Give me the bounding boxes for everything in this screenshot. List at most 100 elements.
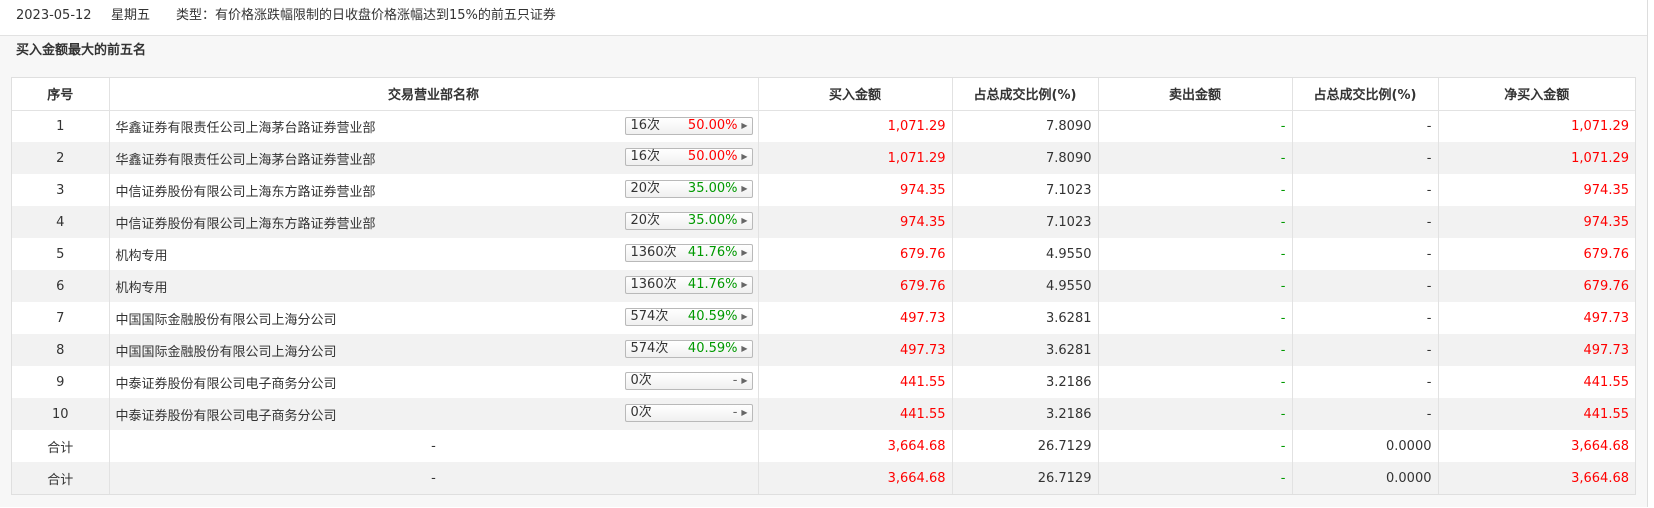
total-row: 合计 -3,664.68 26.7129-0.0000 3,664.68 <box>12 462 1635 494</box>
triangle-right-icon: ▶ <box>741 120 748 130</box>
sell-amount: - <box>1097 238 1292 270</box>
branch-name[interactable]: 中国国际金融股份有限公司上海分公司 <box>116 313 337 328</box>
branch-stats-dropdown[interactable]: 1360次 41.76% ▶ <box>624 276 753 294</box>
branch-name-cell: 华鑫证券有限责任公司上海茅台路证券营业部 16次 50.00% ▶ <box>108 142 758 174</box>
branch-name[interactable]: 机构专用 <box>116 281 168 296</box>
branch-stats-dropdown[interactable]: 574次 40.59% ▶ <box>624 340 753 358</box>
sell-amount: - <box>1097 366 1292 398</box>
total-buy-amount: 3,664.68 <box>757 462 952 494</box>
win-rate: - <box>732 373 738 388</box>
col-header-sell: 卖出金额 <box>1097 78 1292 111</box>
appearance-count: 574次 <box>630 341 669 356</box>
appearance-count: 574次 <box>630 309 669 324</box>
branch-name[interactable]: 中信证券股份有限公司上海东方路证券营业部 <box>116 185 376 200</box>
sell-amount: - <box>1097 174 1292 206</box>
row-number: 2 <box>56 150 65 166</box>
table-row: 8 中国国际金融股份有限公司上海分公司 574次 40.59% ▶ 497.73 3.628… <box>12 334 1635 366</box>
col-header-net: 净买入金额 <box>1437 78 1635 111</box>
triangle-right-icon: ▶ <box>741 344 748 353</box>
net-buy-amount: 441.55 <box>1437 366 1635 398</box>
branch-stats-dropdown[interactable]: 16次 50.00% ▶ <box>624 116 753 135</box>
buy-ratio: 7.1023 <box>951 174 1098 206</box>
buy-ratio: 7.1023 <box>951 206 1098 238</box>
sell-amount: - <box>1097 398 1292 430</box>
buy-amount: 497.73 <box>757 334 952 366</box>
table-row: 1 华鑫证券有限责任公司上海茅台路证券营业部 16次 50.00% ▶ 1,071.29 7… <box>12 110 1635 142</box>
sell-amount: - <box>1097 142 1292 174</box>
branch-name[interactable]: 华鑫证券有限责任公司上海茅台路证券营业部 <box>116 153 376 168</box>
net-buy-amount: 974.35 <box>1437 174 1635 206</box>
branch-name-cell: 中国国际金融股份有限公司上海分公司 574次 40.59% ▶ <box>108 302 758 334</box>
table-row: 10 中泰证券股份有限公司电子商务分公司 0次 - ▶ 441.55 3.2186- -441… <box>12 398 1635 430</box>
appearance-count: 16次 <box>630 117 661 133</box>
branch-name-cell: 华鑫证券有限责任公司上海茅台路证券营业部 16次 50.00% ▶ <box>108 110 758 142</box>
sell-ratio: - <box>1291 334 1438 366</box>
sell-ratio: - <box>1291 238 1438 270</box>
branch-name[interactable]: 华鑫证券有限责任公司上海茅台路证券营业部 <box>116 121 376 136</box>
table-row: 4 中信证券股份有限公司上海东方路证券营业部 20次 35.00% ▶ 974.35 7.1… <box>12 206 1635 238</box>
appearance-count: 0次 <box>630 373 652 388</box>
branch-name-cell: 中国国际金融股份有限公司上海分公司 574次 40.59% ▶ <box>108 334 758 366</box>
list-type: 类型：有价格涨跌幅限制的日收盘价格涨幅达到15%的前五只证券 <box>176 8 556 23</box>
sell-ratio: - <box>1291 142 1438 174</box>
branch-name[interactable]: 中泰证券股份有限公司电子商务分公司 <box>116 409 337 424</box>
buy-amount: 679.76 <box>757 270 952 302</box>
row-number: 8 <box>56 342 65 358</box>
branch-name-cell: 中泰证券股份有限公司电子商务分公司 0次 - ▶ <box>108 398 758 430</box>
branch-stats-dropdown[interactable]: 20次 35.00% ▶ <box>624 212 753 230</box>
branch-stats-dropdown[interactable]: 1360次 41.76% ▶ <box>624 244 753 262</box>
win-rate: 35.00% <box>687 181 738 196</box>
net-buy-amount: 441.55 <box>1437 398 1635 430</box>
row-number: 5 <box>56 246 65 262</box>
buy-ratio: 3.2186 <box>951 398 1098 430</box>
sell-ratio: - <box>1291 366 1438 398</box>
branch-name[interactable]: 机构专用 <box>116 249 168 264</box>
total-sell-amount: - <box>1097 462 1292 494</box>
total-sell-amount: - <box>1097 430 1292 462</box>
row-number: 7 <box>56 310 65 326</box>
total-row: 合计 -3,664.68 26.7129-0.0000 3,664.68 <box>12 430 1635 462</box>
branch-name[interactable]: 中信证券股份有限公司上海东方路证券营业部 <box>116 217 376 232</box>
buy-ratio: 7.8090 <box>951 110 1098 142</box>
triangle-right-icon: ▶ <box>741 280 748 289</box>
table-row: 7 中国国际金融股份有限公司上海分公司 574次 40.59% ▶ 497.73 3.628… <box>12 302 1635 334</box>
appearance-count: 20次 <box>630 181 661 196</box>
branch-name[interactable]: 中泰证券股份有限公司电子商务分公司 <box>116 377 337 392</box>
buy-amount: 1,071.29 <box>757 110 952 142</box>
win-rate: 40.59% <box>687 341 738 356</box>
branch-stats-dropdown[interactable]: 574次 40.59% ▶ <box>624 308 753 326</box>
branch-stats-dropdown[interactable]: 0次 - ▶ <box>624 372 753 390</box>
triangle-right-icon: ▶ <box>741 376 748 385</box>
branch-stats-dropdown[interactable]: 20次 35.00% ▶ <box>624 180 753 198</box>
col-header-buy-ratio: 占总成交比例(%) <box>951 78 1098 111</box>
triangle-right-icon: ▶ <box>741 408 748 417</box>
win-rate: 40.59% <box>687 309 738 324</box>
buy-ratio: 3.6281 <box>951 302 1098 334</box>
branch-name[interactable]: 中国国际金融股份有限公司上海分公司 <box>116 345 337 360</box>
branch-stats-dropdown[interactable]: 16次 50.00% ▶ <box>624 148 753 166</box>
buy-ratio: 3.6281 <box>951 334 1098 366</box>
triangle-right-icon: ▶ <box>741 184 748 193</box>
net-buy-amount: 679.76 <box>1437 270 1635 302</box>
buy-amount: 441.55 <box>757 366 952 398</box>
row-number: 9 <box>56 374 65 390</box>
net-buy-amount: 497.73 <box>1437 302 1635 334</box>
buy-amount: 974.35 <box>757 206 952 238</box>
total-sell-ratio: 0.0000 <box>1291 462 1438 494</box>
total-buy-amount: 3,664.68 <box>757 430 952 462</box>
trade-date: 2023-05-12 <box>16 8 92 23</box>
info-bar: 2023-05-12 星期五 类型：有价格涨跌幅限制的日收盘价格涨幅达到15%的… <box>0 0 1647 32</box>
buy-ratio: 4.9550 <box>951 238 1098 270</box>
page-frame: 2023-05-12 星期五 类型：有价格涨跌幅限制的日收盘价格涨幅达到15%的… <box>0 0 1648 507</box>
win-rate: - <box>732 405 738 420</box>
triangle-right-icon: ▶ <box>741 216 748 225</box>
buy-ratio: 3.2186 <box>951 366 1098 398</box>
appearance-count: 16次 <box>630 149 661 164</box>
net-buy-amount: 974.35 <box>1437 206 1635 238</box>
buy-amount: 679.76 <box>757 238 952 270</box>
branch-stats-dropdown[interactable]: 0次 - ▶ <box>624 404 753 422</box>
buy-amount: 974.35 <box>757 174 952 206</box>
row-number: 4 <box>56 214 65 230</box>
top-buyers-table-wrap: 序号 交易营业部名称 买入金额 占总成交比例(%) 卖出金额 占总成交比例(%)… <box>11 77 1636 495</box>
branch-name-cell: 中信证券股份有限公司上海东方路证券营业部 20次 35.00% ▶ <box>108 174 758 206</box>
